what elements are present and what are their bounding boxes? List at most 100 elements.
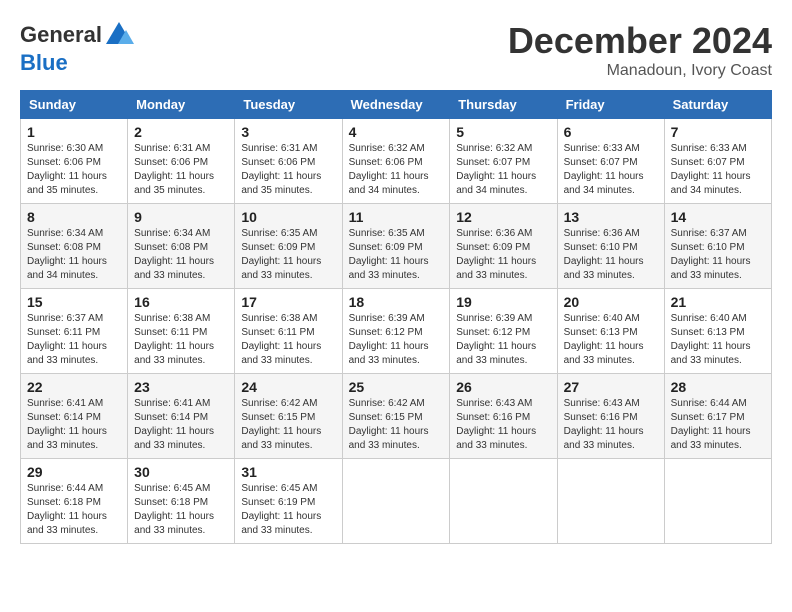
calendar-cell: 20 Sunrise: 6:40 AMSunset: 6:13 PMDayligh… — [557, 289, 664, 374]
day-info: Sunrise: 6:40 AMSunset: 6:13 PMDaylight:… — [671, 312, 765, 368]
day-number: 5 — [456, 124, 550, 140]
day-info: Sunrise: 6:39 AMSunset: 6:12 PMDaylight:… — [456, 312, 550, 368]
calendar-cell: 15Sunrise: 6:37 AMSunset: 6:11 PMDayligh… — [21, 289, 128, 374]
month-title: December 2024 — [508, 20, 772, 62]
day-info: Sunrise: 6:42 AMSunset: 6:15 PMDaylight:… — [349, 397, 444, 453]
day-number: 17 — [241, 294, 335, 310]
day-number: 3 — [241, 124, 335, 140]
day-number: 7 — [671, 124, 765, 140]
day-number: 11 — [349, 209, 444, 225]
calendar-cell: 4 Sunrise: 6:32 AMSunset: 6:06 PMDaylight… — [342, 119, 450, 204]
day-number: 26 — [456, 379, 550, 395]
day-info: Sunrise: 6:43 AMSunset: 6:16 PMDaylight:… — [564, 397, 658, 453]
calendar-week-3: 15Sunrise: 6:37 AMSunset: 6:11 PMDayligh… — [21, 289, 772, 374]
day-info: Sunrise: 6:31 AMSunset: 6:06 PMDaylight:… — [241, 142, 335, 198]
day-info: Sunrise: 6:38 AMSunset: 6:11 PMDaylight:… — [134, 312, 228, 368]
day-info: Sunrise: 6:37 AMSunset: 6:10 PMDaylight:… — [671, 227, 765, 283]
calendar-cell: 7 Sunrise: 6:33 AMSunset: 6:07 PMDaylight… — [664, 119, 771, 204]
day-info: Sunrise: 6:35 AMSunset: 6:09 PMDaylight:… — [241, 227, 335, 283]
day-number: 16 — [134, 294, 228, 310]
day-info: Sunrise: 6:31 AMSunset: 6:06 PMDaylight:… — [134, 142, 228, 198]
calendar-week-1: 1 Sunrise: 6:30 AMSunset: 6:06 PMDaylight… — [21, 119, 772, 204]
calendar-cell: 25 Sunrise: 6:42 AMSunset: 6:15 PMDayligh… — [342, 374, 450, 459]
day-info: Sunrise: 6:37 AMSunset: 6:11 PMDaylight:… — [27, 312, 121, 368]
calendar-header-wednesday: Wednesday — [342, 91, 450, 119]
day-number: 27 — [564, 379, 658, 395]
calendar-cell: 13 Sunrise: 6:36 AMSunset: 6:10 PMDayligh… — [557, 204, 664, 289]
calendar-cell: 11 Sunrise: 6:35 AMSunset: 6:09 PMDayligh… — [342, 204, 450, 289]
calendar-cell — [450, 459, 557, 544]
logo-general: General — [20, 22, 102, 48]
calendar-cell: 24Sunrise: 6:42 AMSunset: 6:15 PMDayligh… — [235, 374, 342, 459]
day-info: Sunrise: 6:41 AMSunset: 6:14 PMDaylight:… — [134, 397, 228, 453]
day-number: 6 — [564, 124, 658, 140]
calendar-cell: 23 Sunrise: 6:41 AMSunset: 6:14 PMDayligh… — [128, 374, 235, 459]
calendar-cell: 10 Sunrise: 6:35 AMSunset: 6:09 PMDayligh… — [235, 204, 342, 289]
calendar-header-monday: Monday — [128, 91, 235, 119]
day-number: 4 — [349, 124, 444, 140]
calendar-cell: 28 Sunrise: 6:44 AMSunset: 6:17 PMDayligh… — [664, 374, 771, 459]
calendar-cell: 27 Sunrise: 6:43 AMSunset: 6:16 PMDayligh… — [557, 374, 664, 459]
day-info: Sunrise: 6:44 AMSunset: 6:17 PMDaylight:… — [671, 397, 765, 453]
calendar-cell: 1 Sunrise: 6:30 AMSunset: 6:06 PMDaylight… — [21, 119, 128, 204]
calendar-cell: 3 Sunrise: 6:31 AMSunset: 6:06 PMDaylight… — [235, 119, 342, 204]
day-number: 28 — [671, 379, 765, 395]
day-number: 25 — [349, 379, 444, 395]
calendar-cell: 9Sunrise: 6:34 AMSunset: 6:08 PMDaylight… — [128, 204, 235, 289]
calendar-cell: 31 Sunrise: 6:45 AMSunset: 6:19 PMDayligh… — [235, 459, 342, 544]
day-number: 18 — [349, 294, 444, 310]
day-number: 20 — [564, 294, 658, 310]
day-number: 2 — [134, 124, 228, 140]
day-number: 19 — [456, 294, 550, 310]
day-info: Sunrise: 6:33 AMSunset: 6:07 PMDaylight:… — [671, 142, 765, 198]
calendar-week-5: 29Sunrise: 6:44 AMSunset: 6:18 PMDayligh… — [21, 459, 772, 544]
calendar-cell: 6Sunrise: 6:33 AMSunset: 6:07 PMDaylight… — [557, 119, 664, 204]
logo: General Blue — [20, 20, 134, 76]
calendar-header-saturday: Saturday — [664, 91, 771, 119]
calendar-week-2: 8 Sunrise: 6:34 AMSunset: 6:08 PMDaylight… — [21, 204, 772, 289]
calendar-cell: 12Sunrise: 6:36 AMSunset: 6:09 PMDayligh… — [450, 204, 557, 289]
day-number: 23 — [134, 379, 228, 395]
day-number: 30 — [134, 464, 228, 480]
calendar-cell: 17Sunrise: 6:38 AMSunset: 6:11 PMDayligh… — [235, 289, 342, 374]
calendar-cell: 5Sunrise: 6:32 AMSunset: 6:07 PMDaylight… — [450, 119, 557, 204]
calendar-cell: 18Sunrise: 6:39 AMSunset: 6:12 PMDayligh… — [342, 289, 450, 374]
calendar-cell — [342, 459, 450, 544]
day-info: Sunrise: 6:34 AMSunset: 6:08 PMDaylight:… — [27, 227, 121, 283]
logo-blue: Blue — [20, 50, 68, 76]
day-info: Sunrise: 6:43 AMSunset: 6:16 PMDaylight:… — [456, 397, 550, 453]
calendar-cell: 30Sunrise: 6:45 AMSunset: 6:18 PMDayligh… — [128, 459, 235, 544]
calendar-week-4: 22Sunrise: 6:41 AMSunset: 6:14 PMDayligh… — [21, 374, 772, 459]
day-number: 1 — [27, 124, 121, 140]
day-info: Sunrise: 6:35 AMSunset: 6:09 PMDaylight:… — [349, 227, 444, 283]
logo-icon — [104, 20, 134, 50]
location: Manadoun, Ivory Coast — [508, 62, 772, 80]
calendar-cell — [557, 459, 664, 544]
day-number: 29 — [27, 464, 121, 480]
calendar-header-friday: Friday — [557, 91, 664, 119]
calendar-cell: 8 Sunrise: 6:34 AMSunset: 6:08 PMDaylight… — [21, 204, 128, 289]
page-header: General Blue December 2024 Manadoun, Ivo… — [20, 20, 772, 80]
calendar-cell: 19 Sunrise: 6:39 AMSunset: 6:12 PMDayligh… — [450, 289, 557, 374]
calendar-cell — [664, 459, 771, 544]
day-info: Sunrise: 6:32 AMSunset: 6:06 PMDaylight:… — [349, 142, 444, 198]
day-number: 21 — [671, 294, 765, 310]
title-section: December 2024 Manadoun, Ivory Coast — [508, 20, 772, 80]
day-number: 8 — [27, 209, 121, 225]
day-info: Sunrise: 6:40 AMSunset: 6:13 PMDaylight:… — [564, 312, 658, 368]
calendar-cell: 26 Sunrise: 6:43 AMSunset: 6:16 PMDayligh… — [450, 374, 557, 459]
day-number: 31 — [241, 464, 335, 480]
calendar-header-row: SundayMondayTuesdayWednesdayThursdayFrid… — [21, 91, 772, 119]
day-number: 24 — [241, 379, 335, 395]
calendar-cell: 29Sunrise: 6:44 AMSunset: 6:18 PMDayligh… — [21, 459, 128, 544]
day-number: 9 — [134, 209, 228, 225]
day-number: 13 — [564, 209, 658, 225]
day-info: Sunrise: 6:36 AMSunset: 6:10 PMDaylight:… — [564, 227, 658, 283]
day-info: Sunrise: 6:45 AMSunset: 6:19 PMDaylight:… — [241, 482, 335, 538]
calendar-cell: 22Sunrise: 6:41 AMSunset: 6:14 PMDayligh… — [21, 374, 128, 459]
day-number: 10 — [241, 209, 335, 225]
calendar-cell: 14 Sunrise: 6:37 AMSunset: 6:10 PMDayligh… — [664, 204, 771, 289]
day-info: Sunrise: 6:30 AMSunset: 6:06 PMDaylight:… — [27, 142, 121, 198]
day-number: 14 — [671, 209, 765, 225]
calendar-cell: 21 Sunrise: 6:40 AMSunset: 6:13 PMDayligh… — [664, 289, 771, 374]
